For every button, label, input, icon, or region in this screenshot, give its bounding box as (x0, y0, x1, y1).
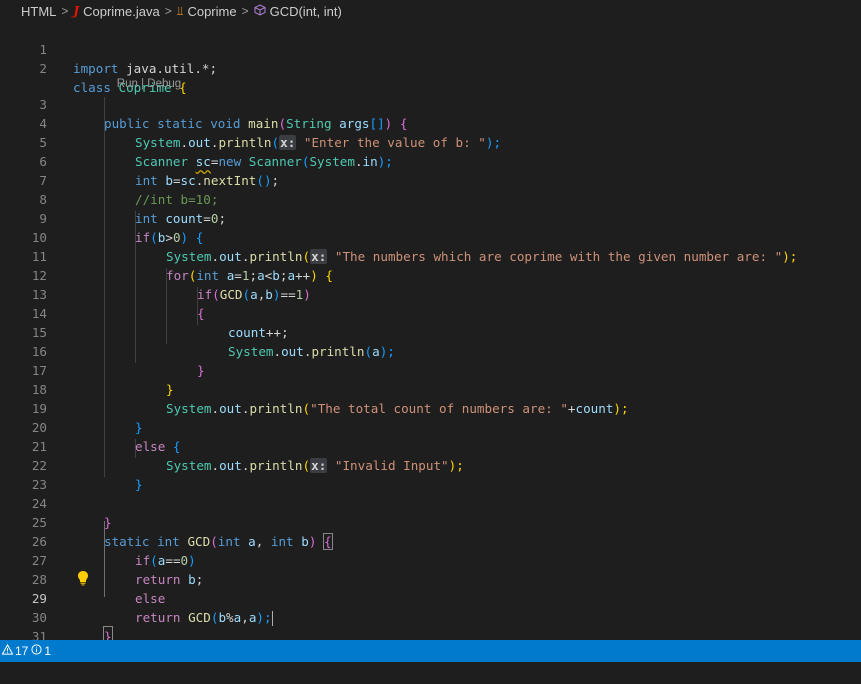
status-bar: 17 1 (0, 640, 861, 662)
code-line: 9 if(b>0) { (0, 190, 861, 245)
code-line: 17 } (0, 342, 861, 397)
chevron-right-icon: > (241, 4, 249, 18)
code-line: 11 for(int a=1;a<b;a++) { (0, 228, 861, 283)
code-line: 15 System.out.println(a); (0, 304, 861, 359)
code-line: 25 static int GCD(int a, int b) { (0, 494, 861, 550)
code-line: 20 else { (0, 399, 861, 454)
code-line-active: 29 return GCD(b%a,a); (0, 570, 861, 626)
breadcrumb-file[interactable]: Coprime.java (83, 4, 160, 19)
code-line: 19 } (0, 380, 861, 435)
code-line: 26 if(a==0) (0, 513, 861, 568)
code-line: 32 (0, 627, 861, 640)
code-line: 6 int b=sc.nextInt(); (0, 133, 861, 188)
code-line: 13 { (0, 266, 861, 321)
lightbulb-icon[interactable] (77, 570, 89, 586)
code-line: 22 } (0, 437, 861, 492)
code-line: 2 class Coprime { (0, 40, 861, 95)
code-line: 28 else (0, 551, 861, 606)
code-line: 21 System.out.println(x: "Invalid Input"… (0, 418, 861, 473)
codelens: Run | Debug (104, 60, 181, 90)
info-count[interactable]: 1 (44, 644, 51, 658)
code-line: 5 Scanner sc=new Scanner(System.in); (0, 114, 861, 169)
breadcrumb: HTML > J Coprime.java > ⫫ Coprime > GCD(… (0, 0, 861, 22)
code-line: 27 return b; (0, 532, 861, 587)
breadcrumb-method[interactable]: GCD(int, int) (270, 4, 342, 19)
class-icon: ⫫ (176, 3, 184, 18)
code-line: 1 import java.util.*; (0, 21, 861, 76)
chevron-right-icon: > (164, 4, 172, 18)
code-line: 3 public static void main(String args[])… (0, 76, 861, 131)
java-file-icon: J (73, 4, 80, 18)
code-line: 10 System.out.println(x: "The numbers wh… (0, 209, 861, 264)
code-editor[interactable]: 1 import java.util.*; 2 class Coprime { … (0, 21, 861, 663)
breadcrumb-root[interactable]: HTML (21, 4, 56, 19)
code-line: 4 System.out.println(x: "Enter the value… (0, 95, 861, 150)
code-line: 23 (0, 456, 861, 492)
code-line: 8 int count=0; (0, 171, 861, 226)
method-cube-icon (254, 3, 266, 19)
code-line: 14 count++; (0, 285, 861, 340)
chevron-right-icon: > (61, 4, 69, 18)
code-line: 16 } (0, 323, 861, 378)
code-line: 31 } (0, 608, 861, 663)
code-line: 18 System.out.println("The total count o… (0, 361, 861, 416)
info-circle-icon[interactable] (31, 644, 42, 658)
code-line: 30 } (0, 589, 861, 647)
warning-triangle-icon[interactable] (1, 643, 14, 658)
breadcrumb-class[interactable]: Coprime (187, 4, 236, 19)
code-line: 24 } (0, 475, 861, 530)
code-line: 12 if(GCD(a,b)==1) (0, 247, 861, 302)
warning-count[interactable]: 17 (15, 644, 28, 658)
code-line: 7 //int b=10; (0, 152, 861, 207)
